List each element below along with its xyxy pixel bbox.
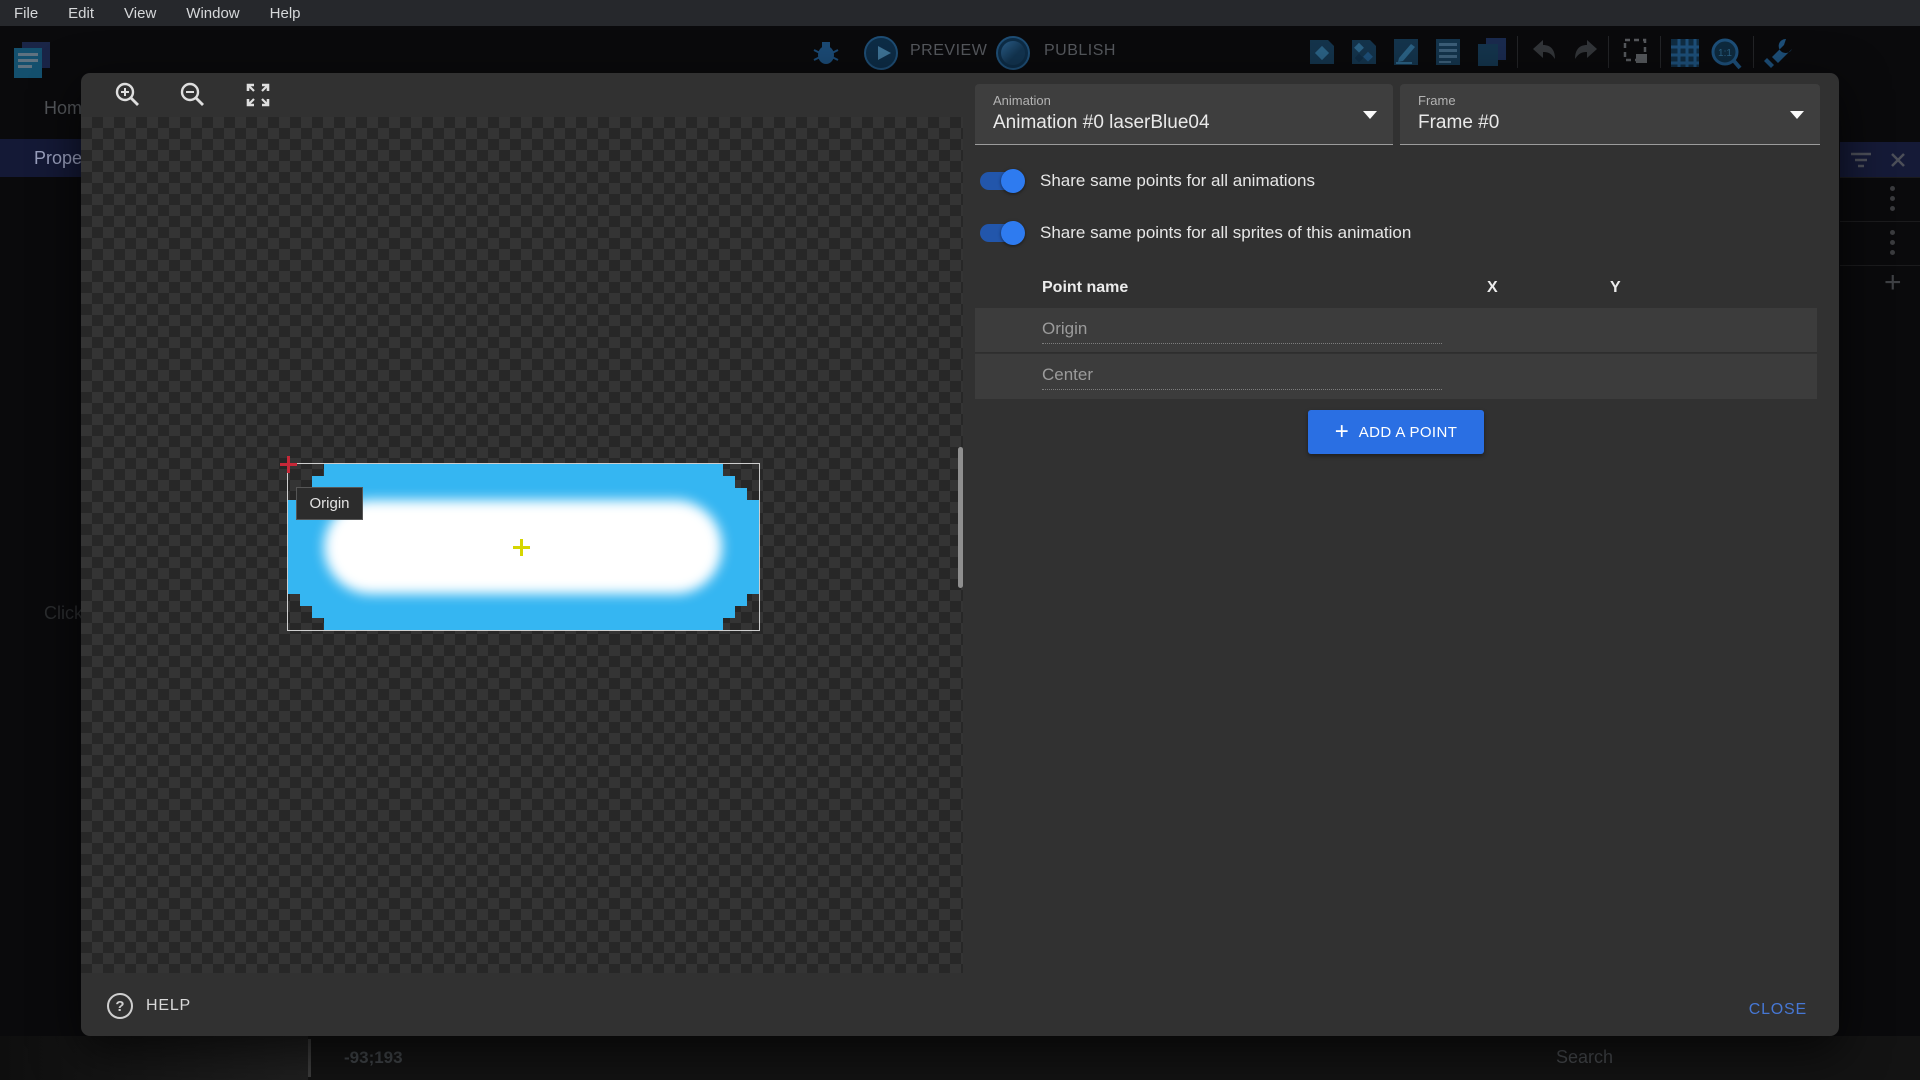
zoom-in-icon[interactable] <box>113 81 141 109</box>
toggle-row: Share same points for all sprites of thi… <box>980 220 1411 246</box>
frame-select[interactable]: Frame Frame #0 <box>1400 84 1820 145</box>
zoom-out-icon[interactable] <box>178 81 206 109</box>
menu-bar: File Edit View Window Help <box>0 0 1920 26</box>
toggle-row: Share same points for all animations <box>980 168 1315 194</box>
filter-icon[interactable] <box>1848 149 1874 171</box>
edit-points-dialog: Origin Animation Animation #0 laserBlue0… <box>81 73 1839 1036</box>
close-panel-icon[interactable] <box>1888 150 1908 170</box>
app-window: File Edit View Window Help PREVIEW PUBLI… <box>0 0 1920 1080</box>
more-options-icon[interactable] <box>1890 186 1895 211</box>
animation-select-value: Animation #0 laserBlue04 <box>993 112 1210 134</box>
chevron-down-icon <box>1790 111 1804 119</box>
list-page-icon[interactable] <box>1432 36 1464 68</box>
share-points-all-sprites-toggle[interactable] <box>980 224 1022 242</box>
debug-icon[interactable] <box>810 36 842 68</box>
column-header-y: Y <box>1610 279 1621 297</box>
table-row-center[interactable]: Center (auto) (auto) <box>975 354 1817 399</box>
panel-header-strip <box>1840 142 1920 177</box>
column-header-point-name: Point name <box>1042 279 1128 297</box>
project-manager-icon[interactable] <box>10 40 54 84</box>
toggle-label: Share same points for all sprites of thi… <box>1040 223 1411 243</box>
menu-help[interactable]: Help <box>270 5 301 22</box>
menu-window[interactable]: Window <box>186 5 239 22</box>
menu-view[interactable]: View <box>124 5 156 22</box>
dialog-footer <box>81 973 1839 1036</box>
add-a-point-button[interactable]: + ADD A POINT <box>1308 410 1484 454</box>
properties-panel-text: Click <box>44 603 83 624</box>
add-a-point-label: ADD A POINT <box>1359 424 1458 441</box>
selection-crop-icon[interactable] <box>1620 36 1652 68</box>
redo-icon[interactable] <box>1570 36 1602 68</box>
status-bar: -93;193 Search <box>0 1036 1920 1080</box>
center-point-marker[interactable] <box>513 539 530 556</box>
frame-select-value: Frame #0 <box>1418 112 1499 134</box>
grid-icon[interactable] <box>1668 36 1702 70</box>
publish-globe-icon[interactable] <box>996 36 1030 70</box>
cube-page-icon[interactable] <box>1306 36 1338 68</box>
plus-icon: + <box>1335 422 1349 442</box>
cubes-icon[interactable] <box>1348 36 1380 68</box>
preview-button[interactable]: PREVIEW <box>910 42 987 60</box>
publish-button[interactable]: PUBLISH <box>1044 42 1116 60</box>
toggle-label: Share same points for all animations <box>1040 171 1315 191</box>
zoom-ratio-icon[interactable]: 1:1 <box>1708 36 1744 72</box>
search-input[interactable]: Search <box>1556 1047 1613 1068</box>
point-name-field: Center <box>1042 365 1442 390</box>
cursor-coordinates: -93;193 <box>344 1048 403 1068</box>
wrench-icon[interactable] <box>1762 36 1796 70</box>
layers-icon[interactable] <box>1474 36 1508 68</box>
share-points-all-animations-toggle[interactable] <box>980 172 1022 190</box>
menu-file[interactable]: File <box>14 5 38 22</box>
canvas-toolbar <box>81 73 963 117</box>
fit-to-screen-icon[interactable] <box>244 81 272 109</box>
add-panel-item-icon[interactable]: + <box>1884 266 1902 300</box>
statusbar-divider <box>308 1039 311 1077</box>
svg-text:1:1: 1:1 <box>1718 48 1732 59</box>
preview-play-icon[interactable] <box>864 36 898 70</box>
pencil-page-icon[interactable] <box>1390 36 1422 68</box>
help-label: HELP <box>146 997 191 1015</box>
help-circle-icon: ? <box>107 993 133 1019</box>
undo-icon[interactable] <box>1528 36 1560 68</box>
canvas-scrollbar[interactable] <box>958 447 963 588</box>
table-row-origin[interactable]: Origin 0 0 <box>975 308 1817 353</box>
menu-edit[interactable]: Edit <box>68 5 94 22</box>
point-name-field: Origin <box>1042 319 1442 344</box>
animation-select-label: Animation <box>993 93 1051 108</box>
chevron-down-icon <box>1363 111 1377 119</box>
column-header-x: X <box>1487 279 1498 297</box>
more-options-icon[interactable] <box>1890 230 1895 255</box>
close-button[interactable]: CLOSE <box>1749 1001 1807 1019</box>
origin-point-tooltip: Origin <box>296 487 363 520</box>
animation-select[interactable]: Animation Animation #0 laserBlue04 <box>975 84 1393 145</box>
help-button[interactable]: ? HELP <box>107 993 191 1019</box>
origin-point-marker[interactable] <box>280 456 297 473</box>
frame-select-label: Frame <box>1418 93 1456 108</box>
